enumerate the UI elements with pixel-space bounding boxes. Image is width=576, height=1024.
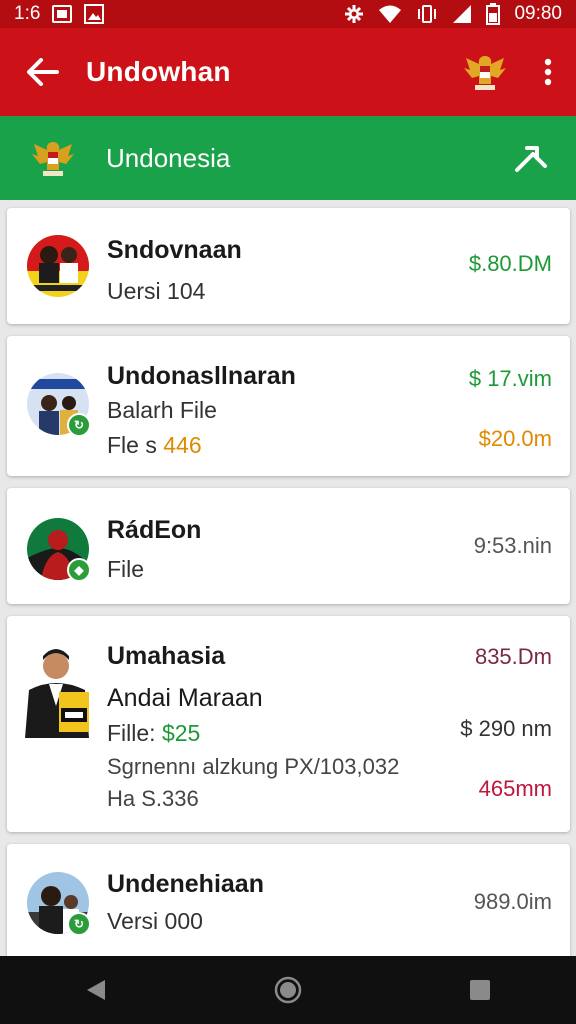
page-title: Undowhan (86, 56, 231, 87)
vibrate-icon (416, 4, 438, 24)
item-title: RádEon (107, 516, 202, 544)
item-title: Undenehiaan (107, 870, 264, 898)
item-amount-secondary: $20.0m (478, 426, 552, 451)
item-file-line: Fille: $25 (107, 720, 201, 746)
wifi-icon (378, 4, 402, 24)
sub-emblem (0, 116, 106, 200)
app-bar: Undowhan (0, 28, 576, 116)
item-amount: $.80.DM (468, 251, 552, 276)
status-time: 09:80 (514, 3, 562, 24)
item-version: Uersi 104 (107, 278, 206, 304)
list-item[interactable]: ↻ Undonasllnaran Balarh File Fle s 446 $… (7, 336, 570, 476)
share-arrow-icon (515, 146, 547, 172)
item-file-count: 446 (163, 432, 202, 458)
nav-home-icon (274, 976, 302, 1004)
nav-back-button[interactable] (61, 956, 131, 1024)
avatar: ↻ (27, 872, 91, 936)
item-amount: $ 17.vim (468, 366, 552, 391)
status-bar: 1:6 09:80 (0, 0, 576, 28)
list-item[interactable]: Sndovnaan Uersi 104 $.80.DM (7, 208, 570, 324)
system-nav-bar (0, 956, 576, 1024)
item-amount: 835.Dm (474, 644, 552, 669)
gallery-notification-icon (84, 4, 105, 24)
status-badge-icon: ◆ (67, 558, 91, 582)
back-arrow-icon (27, 58, 59, 86)
item-subtitle: Balarh File (107, 397, 217, 423)
more-vert-icon (544, 58, 552, 86)
item-detail-secondary: Ha S.336 (107, 786, 199, 811)
garuda-emblem-icon (32, 142, 74, 176)
country-bar[interactable]: Undonesia (0, 116, 576, 200)
battery-icon (486, 3, 501, 25)
avatar: ↻ (27, 373, 91, 437)
item-file-price: $25 (161, 720, 201, 746)
item-title: Undonasllnaran (107, 362, 296, 390)
item-amount-tertiary: 465mm (478, 776, 552, 801)
avatar (27, 235, 89, 297)
nav-back-icon (87, 980, 105, 1000)
item-amount-secondary: $ 290 nm (460, 716, 552, 741)
back-button[interactable] (0, 28, 86, 116)
sync-badge-icon: ↻ (67, 413, 91, 437)
status-badge-icon: ↻ (67, 912, 91, 936)
list-item[interactable]: ↻ Undenehiaan Versi 000 989.0im (7, 844, 570, 956)
signal-icon (452, 4, 472, 24)
emblem-button[interactable] (450, 28, 520, 116)
item-title: Sndovnaan (107, 236, 242, 264)
list-item[interactable]: ◆ RádEon File 9:53.nin (7, 488, 570, 604)
item-title: Umahasia (107, 642, 226, 670)
item-detail: Sgrnennı alzkung PX/103,032 (107, 754, 400, 779)
status-left-text: 1:6 (14, 3, 41, 24)
nav-recents-button[interactable] (445, 956, 515, 1024)
item-amount: 989.0im (473, 889, 552, 914)
item-amount: 9:53.nin (473, 533, 552, 558)
avatar (25, 646, 89, 738)
image-notification-icon (52, 5, 73, 23)
list-item[interactable]: Umahasia Andai Maraan Fille: $25 Sgrnenn… (7, 616, 570, 832)
share-button[interactable] (486, 116, 576, 200)
item-version: Versi 000 (107, 908, 203, 934)
avatar: ◆ (27, 518, 91, 582)
item-list: Sndovnaan Uersi 104 $.80.DM ↻ Undonaslln… (0, 200, 576, 956)
more-options-button[interactable] (520, 28, 576, 116)
item-subtitle: File (107, 556, 145, 582)
item-subtitle: Andai Maraan (107, 684, 263, 712)
settings-notification-icon (344, 4, 364, 24)
nav-home-button[interactable] (253, 956, 323, 1024)
nav-recents-icon (470, 980, 490, 1000)
item-file-line: Fle s 446 (107, 432, 202, 458)
country-title: Undonesia (106, 142, 231, 173)
garuda-emblem-icon (464, 56, 506, 90)
